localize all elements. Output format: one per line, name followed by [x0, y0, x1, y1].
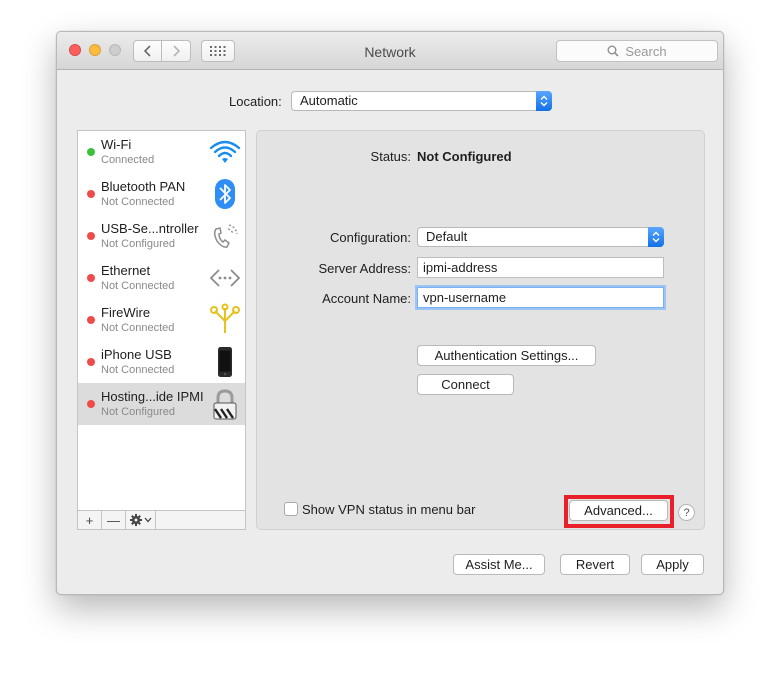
vpn-detail-panel: Status: Not Configured Configuration: De…	[256, 130, 705, 530]
server-address-label: Server Address:	[318, 261, 412, 276]
service-status: Not Configured	[101, 238, 175, 250]
service-item-firewire[interactable]: FireWire Not Connected	[78, 299, 245, 341]
service-status: Not Connected	[101, 196, 175, 208]
apply-button[interactable]: Apply	[641, 554, 704, 575]
service-name: USB-Se...ntroller	[101, 221, 199, 236]
remove-service-button[interactable]: —	[102, 511, 126, 529]
service-item-usb-serial[interactable]: USB-Se...ntroller Not Configured	[78, 215, 245, 257]
bluetooth-icon	[215, 179, 235, 209]
service-status: Connected	[101, 154, 155, 166]
search-placeholder: Search	[625, 43, 667, 59]
configuration-value: Default	[426, 229, 468, 244]
service-item-wifi[interactable]: Wi-Fi Connected	[78, 131, 245, 173]
status-dot	[87, 316, 95, 324]
account-name-field[interactable]: vpn-username	[417, 287, 664, 308]
service-name: Bluetooth PAN	[101, 179, 186, 194]
configuration-label: Configuration:	[330, 230, 411, 245]
authentication-settings-button[interactable]: Authentication Settings...	[417, 345, 596, 366]
service-name: Wi-Fi	[101, 137, 132, 152]
network-preferences-window: Network Search Location: Automatic Wi-Fi…	[56, 31, 724, 595]
show-vpn-status-label: Show VPN status in menu bar	[302, 502, 476, 517]
popup-arrows-icon	[536, 91, 552, 111]
location-popup[interactable]: Automatic	[291, 91, 552, 111]
iphone-icon	[218, 347, 232, 377]
connect-button[interactable]: Connect	[417, 374, 514, 395]
service-actions-button[interactable]	[126, 511, 156, 529]
popup-arrows-icon	[648, 227, 664, 247]
configuration-popup[interactable]: Default	[417, 227, 664, 247]
status-label: Status:	[370, 149, 411, 164]
service-name: Ethernet	[101, 263, 151, 278]
advanced-button[interactable]: Advanced...	[569, 500, 668, 521]
service-list-toolbar: + —	[78, 510, 245, 529]
help-button[interactable]: ?	[678, 504, 695, 521]
service-status: Not Configured	[101, 406, 175, 418]
server-address-field[interactable]: ipmi-address	[417, 257, 664, 278]
vpn-lock-icon	[213, 389, 237, 420]
show-vpn-status-checkbox[interactable]	[284, 502, 298, 516]
service-item-ethernet[interactable]: Ethernet Not Connected	[78, 257, 245, 299]
status-dot	[87, 148, 95, 156]
service-status: Not Connected	[101, 322, 175, 334]
location-value: Automatic	[300, 93, 358, 108]
add-service-button[interactable]: +	[78, 511, 102, 529]
service-item-hosting-ipmi-vpn[interactable]: Hosting...ide IPMI Not Configured	[78, 383, 245, 425]
assist-me-button[interactable]: Assist Me...	[453, 554, 545, 575]
status-value: Not Configured	[417, 149, 512, 164]
ethernet-icon	[209, 269, 241, 287]
location-label: Location:	[229, 94, 282, 109]
firewire-icon	[210, 303, 240, 333]
title-bar: Network Search	[57, 32, 723, 70]
status-dot	[87, 232, 95, 240]
search-icon	[607, 45, 619, 57]
wifi-icon	[209, 140, 241, 163]
search-field[interactable]: Search	[556, 40, 718, 62]
revert-button[interactable]: Revert	[560, 554, 630, 575]
status-dot	[87, 190, 95, 198]
gear-icon	[129, 514, 151, 526]
service-status: Not Connected	[101, 280, 175, 292]
status-dot	[87, 274, 95, 282]
service-item-bluetooth-pan[interactable]: Bluetooth PAN Not Connected	[78, 173, 245, 215]
status-dot	[87, 400, 95, 408]
service-name: iPhone USB	[101, 347, 172, 362]
account-name-label: Account Name:	[322, 291, 411, 306]
status-dot	[87, 358, 95, 366]
service-status: Not Connected	[101, 364, 175, 376]
phone-icon	[213, 224, 238, 248]
service-list: Wi-Fi Connected Bluetooth PAN Not Connec…	[77, 130, 246, 530]
service-item-iphone-usb[interactable]: iPhone USB Not Connected	[78, 341, 245, 383]
service-name: Hosting...ide IPMI	[101, 389, 204, 404]
service-name: FireWire	[101, 305, 151, 320]
